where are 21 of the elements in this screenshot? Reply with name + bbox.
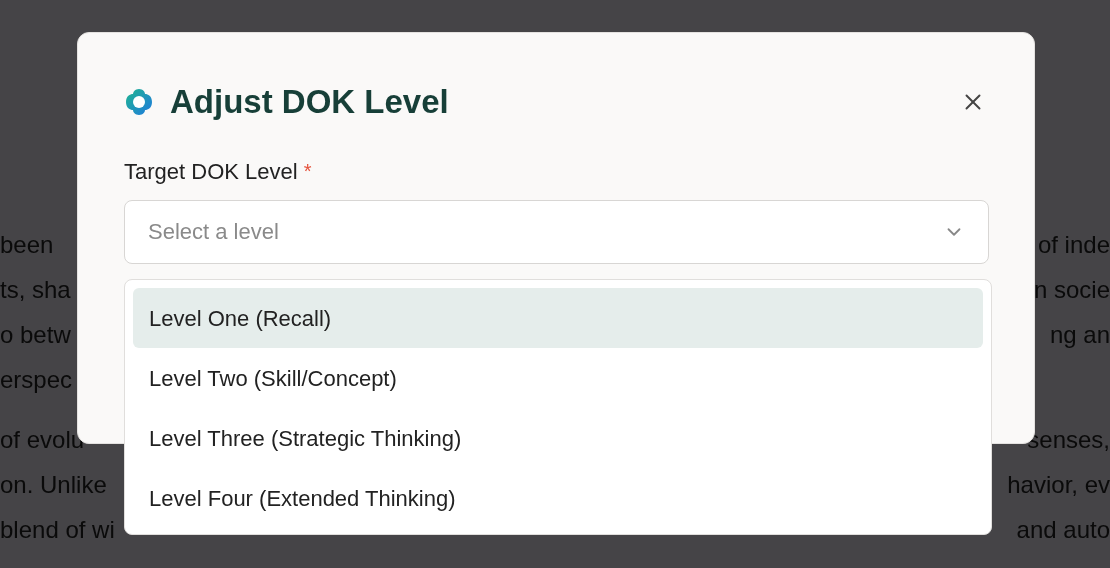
background-text: erspec — [0, 365, 73, 395]
background-text: havior, ev — [1007, 470, 1110, 500]
background-text: n socie — [1033, 275, 1110, 305]
dropdown-option[interactable]: Level Two (Skill/Concept) — [133, 348, 983, 408]
background-text: o betw — [0, 320, 71, 350]
background-text: ts, sha — [0, 275, 71, 305]
background-text: been — [0, 230, 54, 260]
dropdown-option[interactable]: Level One (Recall) — [133, 288, 983, 348]
background-text: and auto — [1016, 515, 1110, 545]
dropdown-option[interactable]: Level Three (Strategic Thinking) — [133, 408, 983, 468]
background-text: blend of wi — [0, 515, 115, 545]
background-text: of evolu — [0, 425, 85, 455]
logo-icon — [124, 86, 154, 117]
background-text: ng an — [1049, 320, 1110, 350]
background-text: of inde — [1037, 230, 1110, 260]
background-text: senses, — [1027, 425, 1110, 455]
required-mark: * — [303, 159, 312, 184]
dropdown-option[interactable]: Level Four (Extended Thinking) — [133, 468, 983, 528]
background-text: on. Unlike — [0, 470, 107, 500]
field-label: Target DOK Level — [124, 157, 298, 186]
dialog-title: Adjust DOK Level — [170, 82, 449, 122]
